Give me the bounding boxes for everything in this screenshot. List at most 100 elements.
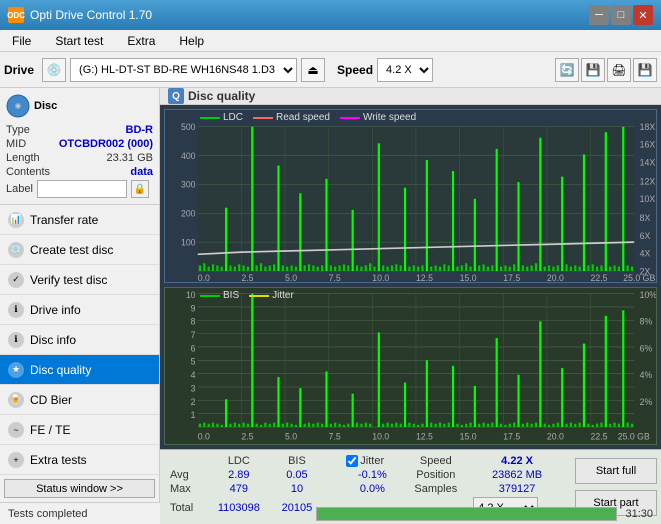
disc-label-btn[interactable]: 🔒 <box>131 180 149 198</box>
svg-text:10.0: 10.0 <box>372 431 389 441</box>
avg-label: Avg <box>166 468 206 482</box>
menu-extra[interactable]: Extra <box>119 32 163 50</box>
toolbar-btn-1[interactable]: 🔄 <box>555 58 579 82</box>
jitter-checkbox-label[interactable]: Jitter <box>346 455 398 467</box>
stats-header-row: LDC BIS Jitter Speed 4.22 X <box>166 454 565 468</box>
nav-drive-info[interactable]: ℹ Drive info <box>0 295 159 325</box>
svg-text:17.5: 17.5 <box>503 273 520 282</box>
max-jitter: 0.0% <box>342 482 402 496</box>
svg-text:10: 10 <box>186 290 196 300</box>
chart-header: Q Disc quality <box>160 88 661 105</box>
nav-fe-te[interactable]: ~ FE / TE <box>0 415 159 445</box>
menu-file[interactable]: File <box>4 32 39 50</box>
jitter-checkbox[interactable] <box>346 455 358 467</box>
svg-text:25.0 GB: 25.0 GB <box>623 273 655 282</box>
samples-label: Samples <box>402 482 469 496</box>
svg-text:6: 6 <box>191 343 196 353</box>
progress-bar-container <box>316 507 618 521</box>
toolbar-btn-3[interactable]: 🖨 <box>607 58 631 82</box>
maximize-button[interactable]: □ <box>611 5 631 25</box>
bottom-chart: BIS Jitter <box>164 287 657 445</box>
nav-disc-info[interactable]: ℹ Disc info <box>0 325 159 355</box>
disc-header: Disc <box>6 94 153 118</box>
title-bar: ODC Opti Drive Control 1.70 ─ □ ✕ <box>0 0 661 30</box>
nav-create-test-disc[interactable]: 💿 Create test disc <box>0 235 159 265</box>
status-window-button[interactable]: Status window >> <box>4 479 155 498</box>
svg-text:3: 3 <box>191 383 196 393</box>
svg-text:100: 100 <box>181 237 196 247</box>
status-text: Tests completed <box>8 508 308 520</box>
charts-area: LDC Read speed Write speed <box>160 105 661 449</box>
svg-text:8%: 8% <box>640 317 653 327</box>
drive-info-icon: ℹ <box>8 302 24 318</box>
bottom-chart-svg: 10 9 8 7 6 5 4 3 2 1 10% 8% 6% 4% 2% <box>165 288 656 444</box>
chart-header-icon: Q <box>168 88 184 104</box>
disc-contents-value: data <box>130 166 153 178</box>
avg-bis: 0.05 <box>272 468 323 482</box>
position-value: 23862 MB <box>469 468 565 482</box>
svg-text:7.5: 7.5 <box>329 431 341 441</box>
progress-bar-fill <box>317 508 617 520</box>
nav-disc-quality[interactable]: ★ Disc quality <box>0 355 159 385</box>
disc-label-input[interactable] <box>37 180 127 198</box>
cd-bier-icon: 🍺 <box>8 392 24 408</box>
svg-text:5: 5 <box>191 357 196 367</box>
svg-text:7: 7 <box>191 330 196 340</box>
top-chart-legend: LDC Read speed Write speed <box>200 112 416 123</box>
nav-extra-tests[interactable]: + Extra tests <box>0 445 159 475</box>
position-label: Position <box>402 468 469 482</box>
nav-transfer-rate[interactable]: 📊 Transfer rate <box>0 205 159 235</box>
sidebar: Disc Type BD-R MID OTCBDR002 (000) Lengt… <box>0 88 160 502</box>
jitter-label-text: Jitter <box>360 455 384 467</box>
speed-select[interactable]: 4.2 X <box>377 58 433 82</box>
ldc-col-header: LDC <box>206 454 272 468</box>
create-test-disc-icon: 💿 <box>8 242 24 258</box>
top-chart-svg: 500 400 300 200 100 18X 16X 14X 12X 10X … <box>165 110 656 282</box>
minimize-button[interactable]: ─ <box>589 5 609 25</box>
nav-drive-info-label: Drive info <box>30 303 81 317</box>
toolbar-btn-4[interactable]: 💾 <box>633 58 657 82</box>
svg-text:5.0: 5.0 <box>285 273 297 282</box>
drive-icon-button[interactable]: 💿 <box>42 58 66 82</box>
status-time: 31:30 <box>625 508 653 520</box>
svg-text:10X: 10X <box>640 194 656 204</box>
nav-verify-test-disc[interactable]: ✓ Verify test disc <box>0 265 159 295</box>
toolbar-icons: 🔄 💾 🖨 💾 <box>555 58 657 82</box>
svg-text:10%: 10% <box>640 290 656 300</box>
jitter-legend-color <box>249 295 269 297</box>
avg-ldc: 2.89 <box>206 468 272 482</box>
svg-text:7.5: 7.5 <box>329 273 341 282</box>
max-bis: 10 <box>272 482 323 496</box>
speed-label: Speed <box>337 63 373 77</box>
start-full-button[interactable]: Start full <box>575 458 657 484</box>
nav-extra-tests-label: Extra tests <box>30 453 87 467</box>
svg-text:12.5: 12.5 <box>416 273 433 282</box>
menu-start-test[interactable]: Start test <box>47 32 111 50</box>
disc-length-value: 23.31 GB <box>107 152 153 164</box>
ldc-legend: LDC <box>200 112 243 123</box>
nav-cd-bier[interactable]: 🍺 CD Bier <box>0 385 159 415</box>
content-area: Disc Type BD-R MID OTCBDR002 (000) Lengt… <box>0 88 661 502</box>
drive-select[interactable]: (G:) HL-DT-ST BD-RE WH16NS48 1.D3 <box>70 58 297 82</box>
disc-contents-row: Contents data <box>6 166 153 178</box>
nav-verify-test-disc-label: Verify test disc <box>30 273 107 287</box>
svg-text:12.5: 12.5 <box>416 431 433 441</box>
menu-help[interactable]: Help <box>171 32 212 50</box>
svg-text:500: 500 <box>181 122 196 132</box>
disc-icon <box>6 94 30 118</box>
svg-text:9: 9 <box>191 303 196 313</box>
eject-button[interactable]: ⏏ <box>301 58 325 82</box>
nav-fe-te-label: FE / TE <box>30 423 70 437</box>
toolbar-btn-2[interactable]: 💾 <box>581 58 605 82</box>
ldc-legend-color <box>200 117 220 119</box>
svg-text:8X: 8X <box>640 213 651 223</box>
max-ldc: 479 <box>206 482 272 496</box>
svg-text:300: 300 <box>181 180 196 190</box>
nav-disc-info-label: Disc info <box>30 333 76 347</box>
close-button[interactable]: ✕ <box>633 5 653 25</box>
bis-legend-label: BIS <box>223 290 239 301</box>
write-speed-legend-label: Write speed <box>363 112 416 123</box>
avg-row: Avg 2.89 0.05 -0.1% Position 23862 MB <box>166 468 565 482</box>
nav-create-test-disc-label: Create test disc <box>30 243 113 257</box>
svg-text:1: 1 <box>191 410 196 420</box>
